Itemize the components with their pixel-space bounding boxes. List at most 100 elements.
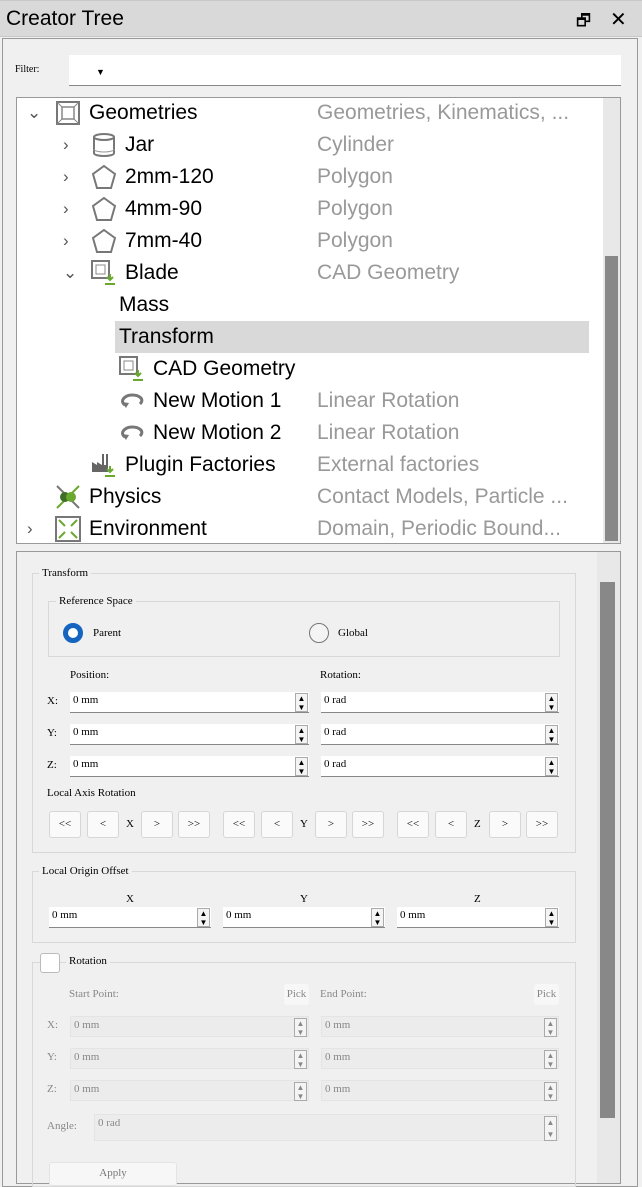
offset-y-input-value: 0 mm (226, 909, 252, 921)
position-z-input[interactable]: 0 mm ▲ ▼ (70, 756, 309, 777)
offset-y-label: Y (300, 893, 308, 905)
rotate-forward-x-button[interactable]: > (141, 811, 173, 838)
spinner-arrows-icon[interactable]: ▲ ▼ (294, 1050, 307, 1069)
axis-y-label: Y (300, 818, 308, 830)
tree-item-mass[interactable]: Mass (17, 289, 603, 321)
tree-item-plugin-factories[interactable]: Plugin Factories External factories (17, 449, 603, 481)
end-z-input-value: 0 mm (325, 1083, 351, 1095)
position-y-input-value: 0 mm (73, 726, 99, 738)
tree-item-label: Physics (89, 485, 162, 508)
environment-icon (55, 516, 81, 542)
tree-item-4mm-90[interactable]: › 4mm-90 Polygon (17, 193, 603, 225)
spinner-arrows-icon[interactable]: ▲ ▼ (197, 908, 210, 927)
radio-parent[interactable] (63, 623, 83, 643)
start-y-input[interactable]: 0 mm ▲ ▼ (70, 1048, 309, 1069)
offset-z-input[interactable]: 0 mm ▲ ▼ (397, 907, 559, 928)
tree-item-description: Domain, Periodic Bound... (317, 517, 561, 540)
spinner-arrows-icon[interactable]: ▲ ▼ (545, 693, 558, 712)
rotate-fast-back-z-button[interactable]: << (397, 811, 429, 838)
tree-item-transform[interactable]: Transform (17, 321, 603, 353)
properties-scrollbar-thumb[interactable] (600, 582, 615, 1118)
restore-icon[interactable]: 🗗 (576, 10, 591, 37)
spinner-arrows-icon[interactable]: ▲ ▼ (544, 1082, 557, 1101)
start-x-input[interactable]: 0 mm ▲ ▼ (70, 1016, 309, 1037)
chevron-down-icon[interactable]: ⌄ (63, 263, 77, 283)
tree-item-7mm-40[interactable]: › 7mm-40 Polygon (17, 225, 603, 257)
chevron-right-icon[interactable]: › (63, 231, 69, 251)
rotate-fast-forward-x-button[interactable]: >> (178, 811, 210, 838)
tree-item-physics[interactable]: Physics Contact Models, Particle ... (17, 481, 603, 513)
pick-end-button[interactable]: Pick (534, 984, 559, 1005)
properties-scrollbar[interactable] (597, 552, 620, 1183)
rotate-back-y-button[interactable]: < (261, 811, 293, 838)
tree-item-cad-geometry[interactable]: CAD Geometry (17, 353, 603, 385)
tree-item-label: 4mm-90 (125, 197, 203, 220)
radio-global[interactable] (309, 623, 329, 643)
position-x-input[interactable]: 0 mm ▲ ▼ (70, 692, 309, 713)
spinner-arrows-icon[interactable]: ▲ ▼ (371, 908, 384, 927)
rotation-y-input[interactable]: 0 rad ▲ ▼ (321, 724, 559, 745)
rotate-fast-forward-z-button[interactable]: >> (526, 811, 558, 838)
start-z-input-value: 0 mm (74, 1083, 100, 1095)
rotate-fast-forward-y-button[interactable]: >> (352, 811, 384, 838)
tree-item-new-motion-2[interactable]: New Motion 2 Linear Rotation (17, 417, 603, 449)
spinner-arrows-icon[interactable]: ▲ ▼ (294, 1082, 307, 1101)
tree-item-description: Contact Models, Particle ... (317, 485, 568, 508)
offset-y-input[interactable]: 0 mm ▲ ▼ (223, 907, 385, 928)
tree-scrollbar-thumb[interactable] (605, 256, 618, 541)
rotate-back-x-button[interactable]: < (87, 811, 119, 838)
rotate-back-z-button[interactable]: < (435, 811, 467, 838)
end-y-input-value: 0 mm (325, 1051, 351, 1063)
tree-item-new-motion-1[interactable]: New Motion 1 Linear Rotation (17, 385, 603, 417)
end-x-input[interactable]: 0 mm ▲ ▼ (321, 1016, 559, 1037)
tree-item-2mm-120[interactable]: › 2mm-120 Polygon (17, 161, 603, 193)
angle-input[interactable]: 0 rad ▲ ▼ (94, 1114, 559, 1141)
spinner-arrows-icon[interactable]: ▲ ▼ (545, 725, 558, 744)
rotate-forward-z-button[interactable]: > (489, 811, 521, 838)
rot-axis-label-x: X: (47, 1019, 58, 1031)
tree-scrollbar[interactable] (603, 98, 620, 543)
tree-item-jar[interactable]: › Jar Cylinder (17, 129, 603, 161)
spinner-arrows-icon[interactable]: ▲ ▼ (295, 693, 308, 712)
close-icon[interactable]: ✕ (610, 7, 627, 31)
spinner-arrows-icon[interactable]: ▲ ▼ (294, 1018, 307, 1037)
tree-item-label: CAD Geometry (153, 357, 296, 380)
rotation-z-input[interactable]: 0 rad ▲ ▼ (321, 756, 559, 777)
spinner-arrows-icon[interactable]: ▲ ▼ (295, 757, 308, 776)
chevron-right-icon[interactable]: › (27, 519, 33, 539)
angle-spinner[interactable]: ▲ ▼ (544, 1116, 557, 1141)
rotate-forward-y-button[interactable]: > (315, 811, 347, 838)
rotate-fast-back-y-button[interactable]: << (223, 811, 255, 838)
spinner-arrows-icon[interactable]: ▲ ▼ (544, 1018, 557, 1037)
end-y-input[interactable]: 0 mm ▲ ▼ (321, 1048, 559, 1069)
chevron-right-icon[interactable]: › (63, 167, 69, 187)
rotate-fast-back-x-button[interactable]: << (49, 811, 81, 838)
chevron-right-icon[interactable]: › (63, 199, 69, 219)
pick-start-button[interactable]: Pick (284, 984, 309, 1005)
offset-x-input[interactable]: 0 mm ▲ ▼ (49, 907, 211, 928)
tree-item-geometries[interactable]: ⌄ Geometries Geometries, Kinematics, ... (17, 97, 603, 129)
rot-axis-label-y: Y: (47, 1051, 57, 1063)
spinner-arrows-icon[interactable]: ▲ ▼ (544, 1050, 557, 1069)
position-y-input[interactable]: 0 mm ▲ ▼ (70, 724, 309, 745)
tree-item-blade[interactable]: ⌄ Blade CAD Geometry (17, 257, 603, 289)
start-x-input-value: 0 mm (74, 1019, 100, 1031)
rotation-label: Rotation: (320, 669, 361, 681)
dropdown-arrow-icon[interactable]: ▼ (96, 67, 105, 77)
polygon-icon (91, 196, 117, 222)
tree-item-environment[interactable]: › Environment Domain, Periodic Bound... (17, 513, 603, 545)
filter-combobox[interactable]: ▼ (69, 55, 621, 86)
end-z-input[interactable]: 0 mm ▲ ▼ (321, 1080, 559, 1101)
creator-tree[interactable]: ⌄ Geometries Geometries, Kinematics, ... › J… (16, 97, 621, 544)
chevron-right-icon[interactable]: › (63, 135, 69, 155)
start-point-label: Start Point: (69, 988, 119, 1000)
tree-item-description: Geometries, Kinematics, ... (317, 101, 570, 124)
spinner-arrows-icon[interactable]: ▲ ▼ (545, 908, 558, 927)
apply-button[interactable]: Apply (49, 1162, 177, 1186)
rotation-checkbox[interactable] (40, 953, 60, 973)
chevron-down-icon[interactable]: ⌄ (27, 103, 41, 123)
spinner-arrows-icon[interactable]: ▲ ▼ (545, 757, 558, 776)
spinner-arrows-icon[interactable]: ▲ ▼ (295, 725, 308, 744)
rotation-x-input[interactable]: 0 rad ▲ ▼ (321, 692, 559, 713)
start-z-input[interactable]: 0 mm ▲ ▼ (70, 1080, 309, 1101)
